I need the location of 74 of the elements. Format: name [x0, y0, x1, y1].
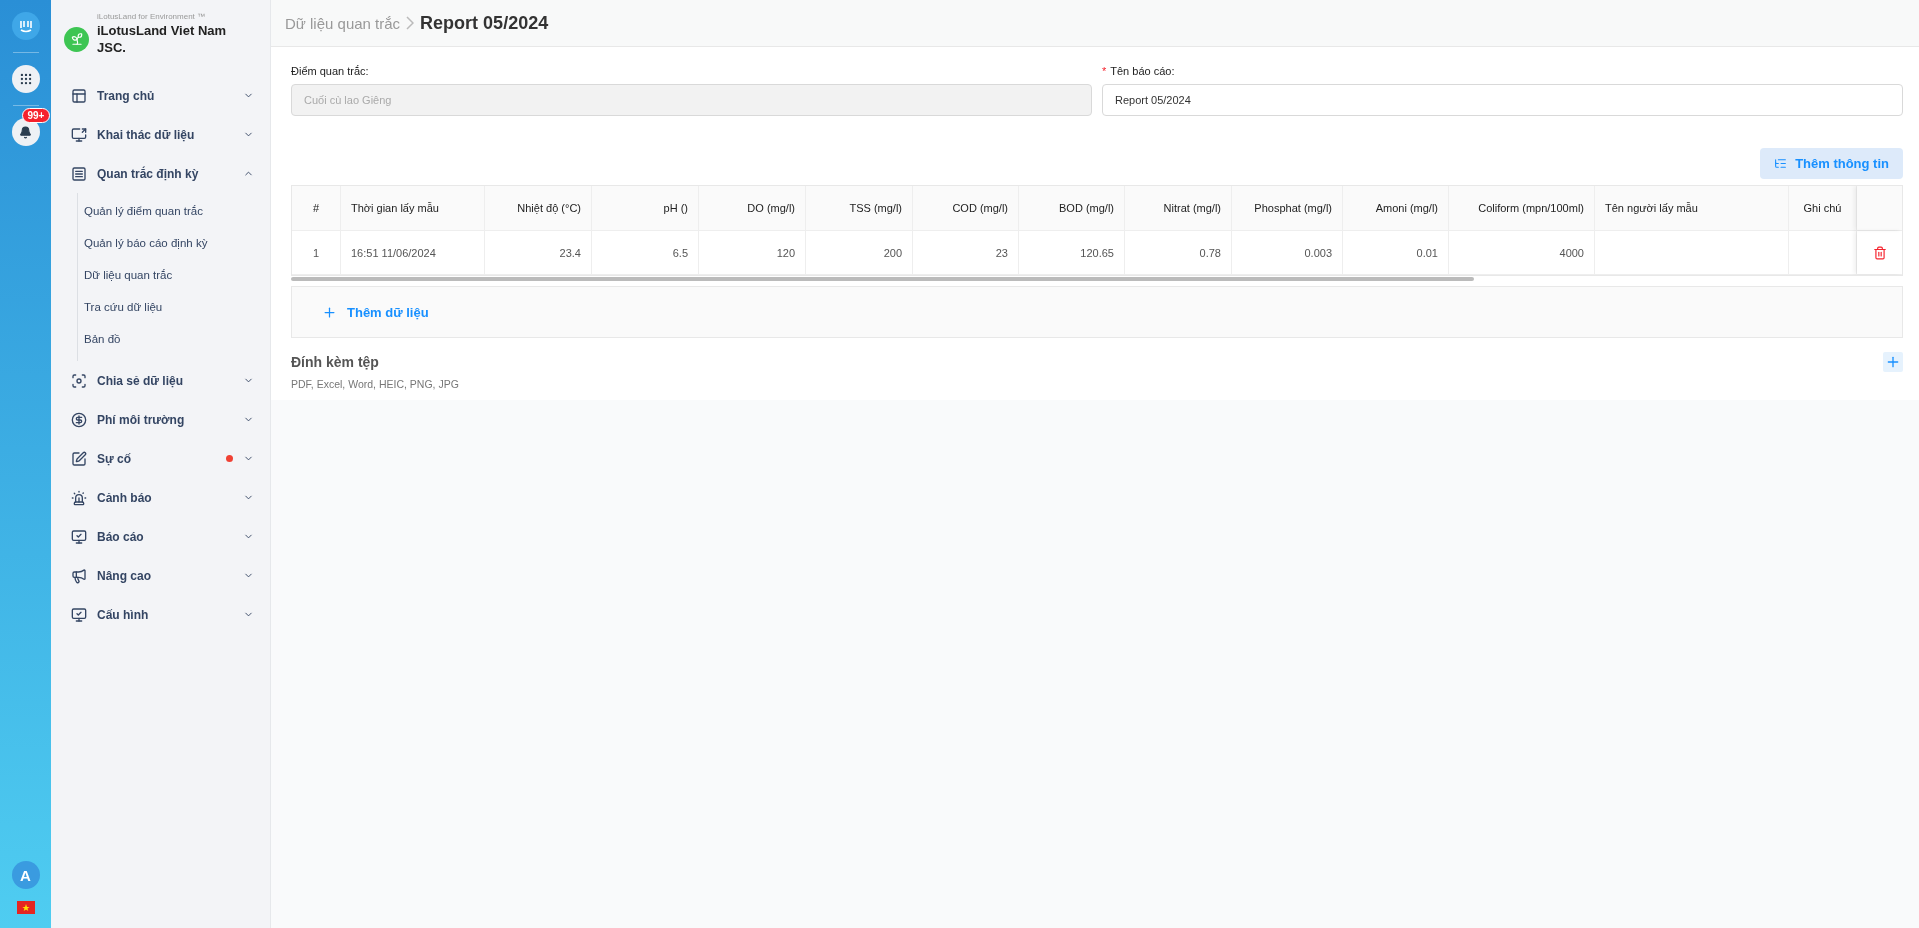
nav-subitem[interactable]: Bản đồ	[78, 323, 270, 355]
apps-grid-button[interactable]	[11, 65, 40, 93]
nav-item-icon	[71, 165, 87, 182]
nav-subitem[interactable]: Dữ liệu quan trắc	[78, 259, 270, 291]
page-title: Report 05/2024	[420, 12, 549, 34]
nav-item[interactable]: Sự cố	[51, 439, 270, 478]
table-cell: 200	[806, 231, 913, 274]
nav-item[interactable]: Báo cáo	[51, 517, 270, 556]
column-header: Nitrat (mg/l)	[1125, 186, 1232, 230]
nav-subitem[interactable]: Tra cứu dữ liệu	[78, 291, 270, 323]
table-cell: 120.65	[1019, 231, 1125, 274]
table-cell: 1	[292, 231, 341, 274]
nav-item[interactable]: Cảnh báo	[51, 478, 270, 517]
nav-item[interactable]: Khai thác dữ liệu	[51, 115, 270, 154]
nav-item-icon	[71, 372, 87, 389]
nav-item-icon	[71, 606, 87, 623]
nav-subitem[interactable]: Quản lý điểm quan trắc	[78, 195, 270, 227]
nav-item-icon	[71, 126, 87, 143]
plus-icon	[1885, 354, 1901, 370]
brand-tagline: iLotusLand for Environment ™	[97, 12, 207, 21]
list-icon	[1774, 157, 1788, 170]
add-attachment-button[interactable]	[1883, 352, 1903, 372]
column-header: Phosphat (mg/l)	[1232, 186, 1343, 230]
nav-item-icon	[71, 489, 87, 506]
nav-item[interactable]: Cấu hình	[51, 595, 270, 634]
flag-icon[interactable]	[16, 901, 35, 914]
column-header: Amoni (mg/l)	[1343, 186, 1449, 230]
app-logo-icon[interactable]	[11, 12, 40, 40]
table-cell: 23.4	[485, 231, 592, 274]
required-mark: *	[1102, 65, 1107, 77]
column-header: Nhiệt độ (°C)	[485, 186, 592, 230]
delete-icon[interactable]	[1872, 245, 1887, 260]
notification-button[interactable]	[11, 118, 40, 146]
file-formats-text: PDF, Excel, Word, HEIC, PNG, JPG	[291, 378, 460, 390]
company-name: iLotusLand Viet Nam JSC.	[97, 22, 228, 56]
sprout-logo-icon	[64, 26, 89, 52]
bell-icon	[19, 125, 32, 139]
column-header: TSS (mg/l)	[806, 186, 913, 230]
column-header: Coliform (mpn/100ml)	[1449, 186, 1595, 230]
plus-icon	[322, 304, 337, 320]
column-header: Tên người lấy mẫu	[1595, 186, 1789, 230]
column-header: Ghi chú	[1789, 186, 1857, 230]
column-header: pH ()	[592, 186, 699, 230]
table-cell: 0.003	[1232, 231, 1343, 274]
nav-item-icon	[71, 411, 87, 428]
attachments-title: Đính kèm tệp	[291, 354, 379, 370]
table-cell: 6.5	[592, 231, 699, 274]
table-cell: 23	[913, 231, 1019, 274]
field-label: Tên báo cáo:	[1110, 65, 1175, 77]
table-cell: 16:51 11/06/2024	[341, 231, 485, 274]
column-header: #	[292, 186, 341, 230]
grid-icon	[18, 72, 33, 86]
table-cell: 120	[699, 231, 806, 274]
field-label: Điểm quan trắc:	[291, 65, 369, 77]
nav-item[interactable]: Trang chủ	[51, 76, 270, 115]
nav-item[interactable]: Quan trắc định kỳ	[51, 154, 270, 193]
column-header: DO (mg/l)	[699, 186, 806, 230]
nav-item-icon	[71, 567, 87, 584]
nav-item-icon	[71, 528, 87, 545]
nav-subitem[interactable]: Quản lý báo cáo định kỳ	[78, 227, 270, 259]
table-cell: 0.78	[1125, 231, 1232, 274]
column-header: COD (mg/l)	[913, 186, 1019, 230]
column-header: BOD (mg/l)	[1019, 186, 1125, 230]
nav-item-icon	[71, 87, 87, 104]
input-field[interactable]: Report 05/2024	[1102, 84, 1903, 116]
nav-item[interactable]: Phí môi trường	[51, 400, 270, 439]
chevron-right-icon	[406, 16, 415, 30]
nav-item[interactable]: Chia sẻ dữ liệu	[51, 361, 270, 400]
nav-item-icon	[71, 450, 87, 467]
table-cell: 0.01	[1343, 231, 1449, 274]
notification-badge: 99+	[21, 108, 51, 123]
column-header: Thời gian lấy mẫu	[341, 186, 485, 230]
nav-item[interactable]: Nâng cao	[51, 556, 270, 595]
table-cell: 4000	[1449, 231, 1595, 274]
